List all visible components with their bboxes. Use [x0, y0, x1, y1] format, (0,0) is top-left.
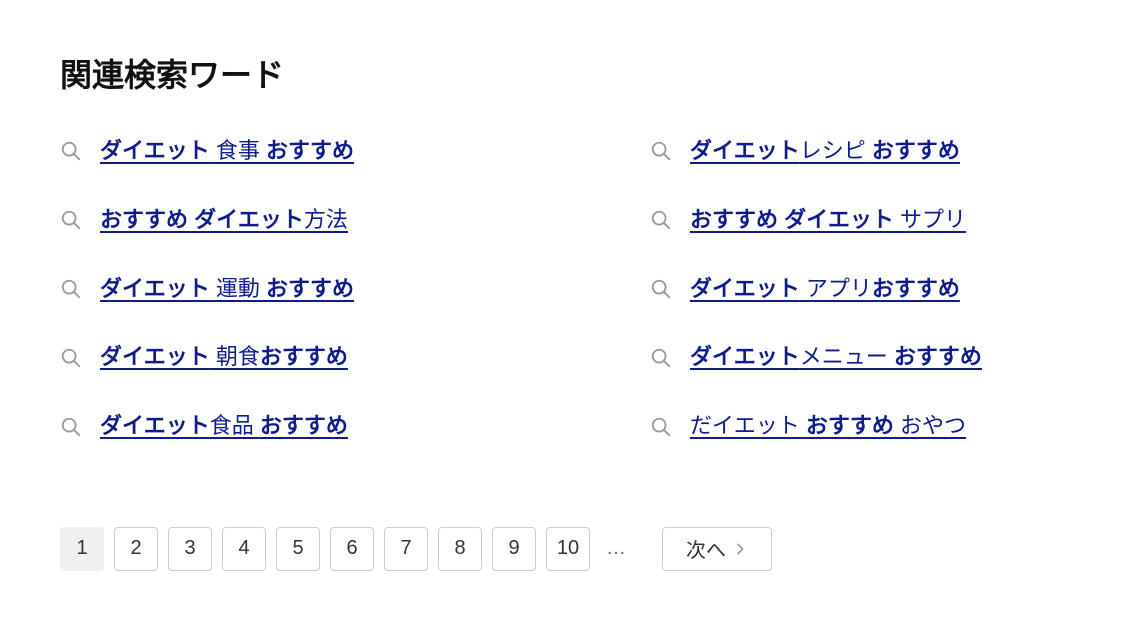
related-search-link[interactable]: ダイエット 朝食おすすめ	[100, 342, 348, 373]
search-icon	[650, 140, 672, 162]
related-search-item[interactable]: ダイエットメニュー おすすめ	[650, 342, 1078, 373]
page-5-button[interactable]: 5	[276, 527, 320, 571]
related-search-link[interactable]: ダイエット 食事 おすすめ	[100, 136, 354, 167]
related-search-link[interactable]: おすすめ ダイエット サプリ	[690, 205, 966, 236]
search-icon	[60, 278, 82, 300]
related-search-item[interactable]: ダイエット食品 おすすめ	[60, 411, 620, 442]
related-searches-grid: ダイエット 食事 おすすめ ダイエットレシピ おすすめおすすめ ダイエット方法 おす…	[60, 136, 1078, 442]
pagination: 12345678910 … 次へ	[60, 527, 1078, 571]
related-search-item[interactable]: ダイエット アプリおすすめ	[650, 274, 1078, 305]
related-searches-title: 関連検索ワード	[60, 50, 1078, 96]
search-icon	[60, 416, 82, 438]
page-10-button[interactable]: 10	[546, 527, 590, 571]
search-icon	[650, 416, 672, 438]
related-search-item[interactable]: おすすめ ダイエット サプリ	[650, 205, 1078, 236]
related-search-link[interactable]: ダイエット 運動 おすすめ	[100, 274, 354, 305]
related-search-link[interactable]: ダイエット アプリおすすめ	[690, 274, 960, 305]
related-search-item[interactable]: ダイエットレシピ おすすめ	[650, 136, 1078, 167]
related-search-item[interactable]: おすすめ ダイエット方法	[60, 205, 620, 236]
chevron-right-icon	[732, 541, 748, 557]
search-icon	[60, 209, 82, 231]
related-search-link[interactable]: だイエット おすすめ おやつ	[690, 411, 966, 442]
page-1-button: 1	[60, 527, 104, 571]
related-search-link[interactable]: ダイエットメニュー おすすめ	[690, 342, 982, 373]
page-ellipsis: …	[600, 537, 632, 560]
related-search-link[interactable]: おすすめ ダイエット方法	[100, 205, 348, 236]
search-icon	[650, 209, 672, 231]
page-6-button[interactable]: 6	[330, 527, 374, 571]
next-page-button[interactable]: 次へ	[662, 527, 772, 571]
search-icon	[60, 347, 82, 369]
page-8-button[interactable]: 8	[438, 527, 482, 571]
page-9-button[interactable]: 9	[492, 527, 536, 571]
related-search-item[interactable]: ダイエット 朝食おすすめ	[60, 342, 620, 373]
related-search-link[interactable]: ダイエット食品 おすすめ	[100, 411, 348, 442]
page-2-button[interactable]: 2	[114, 527, 158, 571]
search-icon	[60, 140, 82, 162]
page-4-button[interactable]: 4	[222, 527, 266, 571]
related-search-item[interactable]: だイエット おすすめ おやつ	[650, 411, 1078, 442]
related-search-item[interactable]: ダイエット 運動 おすすめ	[60, 274, 620, 305]
search-icon	[650, 347, 672, 369]
page-7-button[interactable]: 7	[384, 527, 428, 571]
related-search-link[interactable]: ダイエットレシピ おすすめ	[690, 136, 960, 167]
page-3-button[interactable]: 3	[168, 527, 212, 571]
search-icon	[650, 278, 672, 300]
related-search-item[interactable]: ダイエット 食事 おすすめ	[60, 136, 620, 167]
next-page-label: 次へ	[686, 534, 726, 563]
